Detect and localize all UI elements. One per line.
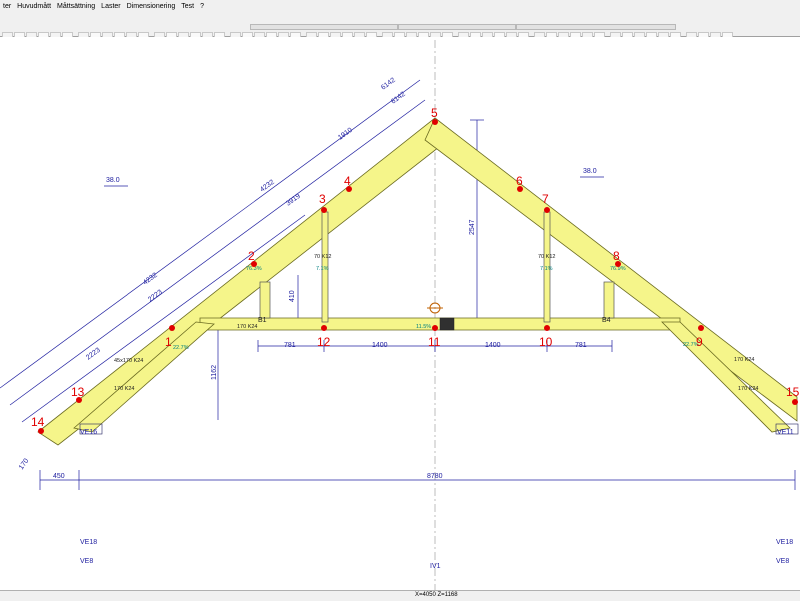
- menu-item-mattsattning[interactable]: Måttsättning: [54, 3, 98, 10]
- dimension-text: 2223: [147, 289, 164, 304]
- menu-item-dimensionering[interactable]: Dimensionering: [124, 3, 179, 10]
- member-label: 70 K12: [314, 254, 331, 260]
- node-label: 1: [165, 335, 172, 349]
- node-point[interactable]: [169, 325, 175, 331]
- node-label: 14: [31, 415, 45, 429]
- drawing-canvas[interactable]: 6142 6142 1910 4232 3919 4232 2223 2223 …: [0, 37, 800, 590]
- dimension-text: 6142: [380, 77, 397, 92]
- dimension-text: 1162: [211, 365, 218, 380]
- menu-item-test[interactable]: Test: [178, 3, 197, 10]
- node-label: 13: [71, 385, 85, 399]
- dimension-text: 1910: [337, 127, 354, 142]
- truss-drawing: 6142 6142 1910 4232 3919 4232 2223 2223 …: [0, 40, 800, 590]
- node-label: 9: [696, 335, 703, 349]
- node-label: 8: [613, 249, 620, 263]
- center-connector[interactable]: [439, 317, 455, 331]
- node-label: 15: [786, 385, 800, 399]
- dimension-line: [9, 99, 426, 406]
- toolbar-group-header[interactable]: [250, 24, 398, 30]
- node-label: 7: [542, 192, 549, 206]
- left-knee-post[interactable]: [259, 281, 271, 319]
- support-label: VE8: [80, 558, 93, 565]
- menu-item-laster[interactable]: Laster: [98, 3, 123, 10]
- member-label: 45x170 K24: [114, 358, 143, 364]
- node-label: 12: [317, 335, 331, 349]
- dimension-text: 2547: [469, 219, 476, 235]
- toolbar-group-header[interactable]: [398, 24, 516, 30]
- node-label: 4: [344, 174, 351, 188]
- dimension-text: 410: [289, 290, 296, 302]
- dimension-text: 781: [575, 342, 587, 349]
- utilization-label: 22.7%: [173, 345, 189, 351]
- node-point[interactable]: [544, 207, 550, 213]
- left-strut[interactable]: [73, 321, 215, 433]
- toolbar-group-header[interactable]: [516, 24, 676, 30]
- node-label: 10: [539, 335, 553, 349]
- angle-label: 38.0: [106, 177, 120, 184]
- left-rafter[interactable]: [37, 117, 449, 446]
- dimension-text: 8780: [427, 473, 443, 480]
- menu-item-huvudmatt[interactable]: Huvudmått: [14, 3, 54, 10]
- node-label: 2: [248, 249, 255, 263]
- member-label: 170 K24: [738, 386, 759, 392]
- dimension-line: [0, 79, 421, 389]
- node-label: 11: [428, 335, 441, 349]
- coordinate-readout: X=4050 Z=1168: [415, 592, 458, 598]
- node-label: 6: [516, 174, 523, 188]
- support-label: VE8: [776, 558, 789, 565]
- node-label: 3: [319, 192, 326, 206]
- dimension-text: 4232: [259, 179, 276, 194]
- member-label: 170 K24: [114, 386, 135, 392]
- dimension-text: 170: [18, 457, 30, 471]
- support-label: IV1: [430, 563, 441, 570]
- toolbar: [0, 12, 800, 43]
- support-label: VE16: [80, 429, 97, 436]
- node-point[interactable]: [698, 325, 704, 331]
- member-label: 70 K12: [538, 254, 555, 260]
- dimension-text: 2223: [85, 347, 102, 362]
- dimension-text: 1400: [372, 342, 388, 349]
- menu-item-ter[interactable]: ter: [0, 3, 14, 10]
- support-label: VE18: [80, 539, 97, 546]
- support-label: VE11: [777, 429, 794, 436]
- utilization-label: 7.1%: [540, 266, 553, 272]
- dimension-text: 1400: [485, 342, 501, 349]
- joint-label: B1: [258, 317, 267, 324]
- dimension-text: 6142: [390, 91, 407, 106]
- menu-item-help[interactable]: ?: [197, 3, 207, 10]
- dimension-text: 450: [53, 473, 65, 480]
- node-point[interactable]: [432, 325, 438, 331]
- angle-label: 38.0: [583, 168, 597, 175]
- dimension-text: 4232: [142, 272, 159, 287]
- dimension-text: 3919: [285, 193, 302, 208]
- utilization-label: 11.5%: [416, 324, 431, 330]
- node-point[interactable]: [544, 325, 550, 331]
- utilization-label: 7.1%: [316, 266, 329, 272]
- node-point[interactable]: [321, 207, 327, 213]
- node-label: 5: [431, 106, 438, 120]
- joint-label: B4: [602, 317, 611, 324]
- member-label: 170 K24: [237, 324, 258, 330]
- node-point[interactable]: [321, 325, 327, 331]
- member-label: 170 K24: [734, 357, 755, 363]
- status-bar: X=4050 Z=1168: [0, 590, 800, 601]
- menu-bar: ter Huvudmått Måttsättning Laster Dimens…: [0, 0, 800, 12]
- node-point[interactable]: [792, 399, 798, 405]
- dimension-text: 781: [284, 342, 296, 349]
- right-knee-post[interactable]: [603, 281, 615, 319]
- support-label: VE18: [776, 539, 793, 546]
